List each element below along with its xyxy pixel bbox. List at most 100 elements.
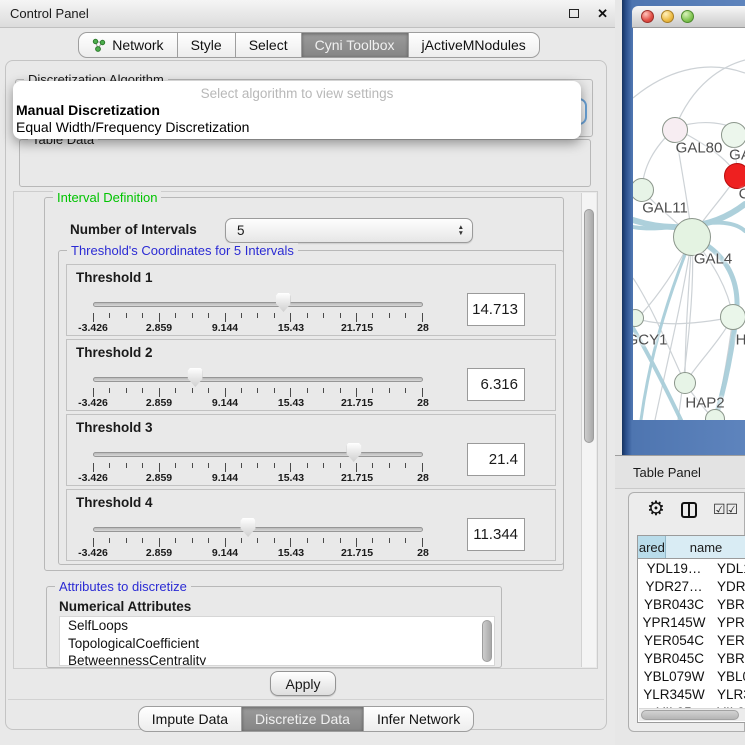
slider-ticks [93, 313, 423, 322]
network-node-label: GCY1 [633, 332, 667, 349]
attribute-item-betweennesscentrality[interactable]: BetweennessCentrality [60, 652, 494, 666]
tab-label: Style [191, 37, 222, 53]
attribute-item-selfloops[interactable]: SelfLoops [60, 617, 494, 635]
slider-track[interactable] [93, 452, 423, 457]
scrollbar-thumb[interactable] [584, 209, 594, 443]
threshold-label: Threshold 3 [76, 420, 153, 435]
slider-tick-labels: -3.4262.8599.14415.4321.71528 [93, 472, 423, 485]
table-cell: YDL1 [710, 561, 745, 576]
network-canvas[interactable]: GAL80GACGAL11GAL4GCY1HHAP2 [633, 28, 745, 420]
tab-discretize-data[interactable]: Discretize Data [242, 706, 364, 732]
horizontal-scrollbar[interactable] [639, 708, 745, 721]
right-column: GAL80GACGAL11GAL4GCY1HHAP2 Table Panel ⚙… [615, 0, 745, 745]
table-row[interactable]: YBL079WYBL0 [638, 667, 745, 685]
attribute-item-topologicalcoefficient[interactable]: TopologicalCoefficient [60, 635, 494, 653]
table-row[interactable]: YPR145WYPR1 [638, 613, 745, 631]
threshold-panel: Threshold 2 -3.4262.8599.14415.4321.7152… [66, 339, 556, 411]
screen: Control Panel ✕ Network Style Select Cyni T… [0, 0, 745, 745]
table-cell: YBR045C [638, 651, 710, 666]
threshold-panel: Threshold 4 -3.4262.8599.14415.4321.7152… [66, 489, 556, 561]
scrollbar-thumb[interactable] [641, 710, 739, 720]
table-header-row: shared… name [638, 536, 745, 559]
table-cell: YBR043C [638, 597, 710, 612]
network-node-ga[interactable] [721, 122, 745, 148]
table-panel-titlebar: Table Panel [615, 455, 745, 489]
tab-impute-data[interactable]: Impute Data [138, 706, 242, 732]
vertical-scrollbar[interactable] [581, 193, 596, 667]
table-cell: YER054C [638, 633, 710, 648]
threshold-value-field[interactable]: 21.4 [467, 443, 525, 476]
attributes-legend: Attributes to discretize [55, 579, 191, 594]
apply-button[interactable]: Apply [270, 671, 336, 696]
algorithm-popup-list: Manual DiscretizationEqual Width/Frequen… [13, 102, 581, 136]
network-icon [92, 38, 106, 52]
cyni-toolbox-panel: Discretization Algorithm Select algorith… [5, 60, 607, 730]
threshold-value-field[interactable]: 11.344 [467, 518, 525, 551]
popup-item-manual-discretization[interactable]: Manual Discretization [13, 102, 581, 119]
tab-jactivemnodules[interactable]: jActiveMNodules [409, 32, 540, 58]
slider-tick-labels: -3.4262.8599.14415.4321.71528 [93, 322, 423, 335]
number-of-intervals-value: 5 [237, 223, 245, 238]
number-of-intervals-label: Number of Intervals [70, 222, 197, 237]
number-of-intervals-combo[interactable]: 5 ▲▼ [225, 218, 473, 243]
table-cell: YPR145W [638, 615, 710, 630]
table-row[interactable]: YER054CYER0 [638, 631, 745, 649]
slider-thumb[interactable] [241, 518, 256, 537]
table-row[interactable]: YBR043CYBR0 [638, 595, 745, 613]
table-row[interactable]: YDR27…YDR2 [638, 577, 745, 595]
thresholds-legend: Threshold's Coordinates for 5 Intervals [67, 243, 298, 258]
network-node-label: C [739, 186, 745, 203]
table-row[interactable]: YBR045CYBR0 [638, 649, 745, 667]
spinner-arrows-icon: ▲▼ [458, 225, 464, 237]
zoom-traffic-light[interactable] [681, 10, 694, 23]
network-node-h[interactable] [720, 304, 745, 330]
slider-ticks [93, 463, 423, 472]
column-header-shared-name[interactable]: shared… [638, 536, 666, 558]
tab-label: jActiveMNodules [422, 37, 526, 53]
slider-ticks [93, 538, 423, 547]
slider-tick-labels: -3.4262.8599.14415.4321.71528 [93, 547, 423, 560]
split-table-icon[interactable] [681, 502, 697, 518]
popup-item-equal-width-frequency-discretization[interactable]: Equal Width/Frequency Discretization [13, 119, 581, 136]
table-row[interactable]: YDL19…YDL1 [638, 559, 745, 577]
threshold-value-field[interactable]: 14.713 [467, 293, 525, 326]
interval-definition-legend: Interval Definition [53, 190, 161, 205]
minimize-traffic-light[interactable] [661, 10, 674, 23]
tab-network[interactable]: Network [78, 32, 177, 58]
slider-track[interactable] [93, 302, 423, 307]
slider-thumb[interactable] [346, 443, 361, 462]
close-icon[interactable]: ✕ [597, 6, 608, 22]
slider-tick-labels: -3.4262.8599.14415.4321.71528 [93, 397, 423, 410]
table-panel-title: Table Panel [633, 465, 701, 480]
slider-track[interactable] [93, 527, 423, 532]
table-row[interactable]: YLR345WYLR3 [638, 685, 745, 703]
close-traffic-light[interactable] [641, 10, 654, 23]
thresholds-group: Threshold's Coordinates for 5 Intervals … [58, 250, 564, 565]
slider-track[interactable] [93, 377, 423, 382]
table-data-group: Table Data galFiltered.sif default node … [19, 139, 591, 187]
threshold-panel: Threshold 3 -3.4262.8599.14415.4321.7152… [66, 414, 556, 486]
numerical-attributes-list[interactable]: SelfLoopsTopologicalCoefficientBetweenne… [59, 616, 495, 666]
tab-label: Select [249, 37, 288, 53]
tab-cyni-toolbox[interactable]: Cyni Toolbox [302, 32, 409, 58]
threshold-label: Threshold 1 [76, 270, 153, 285]
algorithm-dropdown-popup: Select algorithm to view settings Manual… [13, 81, 581, 139]
tab-label: Infer Network [377, 711, 460, 727]
gear-icon[interactable]: ⚙ [647, 496, 665, 521]
threshold-value-field[interactable]: 6.316 [467, 368, 525, 401]
top-tab-bar: Network Style Select Cyni Toolbox jActiveMNo… [0, 31, 618, 58]
slider-thumb[interactable] [188, 368, 203, 387]
tab-infer-network[interactable]: Infer Network [364, 706, 474, 732]
settings-scrollpane: Interval Definition Number of Intervals … [13, 191, 598, 669]
network-node-label: GAL11 [642, 200, 688, 217]
column-checkboxes-icon[interactable]: ☑☑ [713, 501, 738, 518]
column-header-name[interactable]: name [666, 536, 745, 558]
float-window-icon[interactable] [569, 9, 579, 18]
network-node-hap2[interactable] [674, 372, 696, 394]
slider-thumb[interactable] [276, 293, 291, 312]
list-scrollbar-thumb[interactable] [482, 620, 492, 662]
tab-style[interactable]: Style [178, 32, 236, 58]
tab-select[interactable]: Select [236, 32, 302, 58]
window-title: Control Panel [10, 6, 569, 21]
threshold-label: Threshold 2 [76, 345, 153, 360]
